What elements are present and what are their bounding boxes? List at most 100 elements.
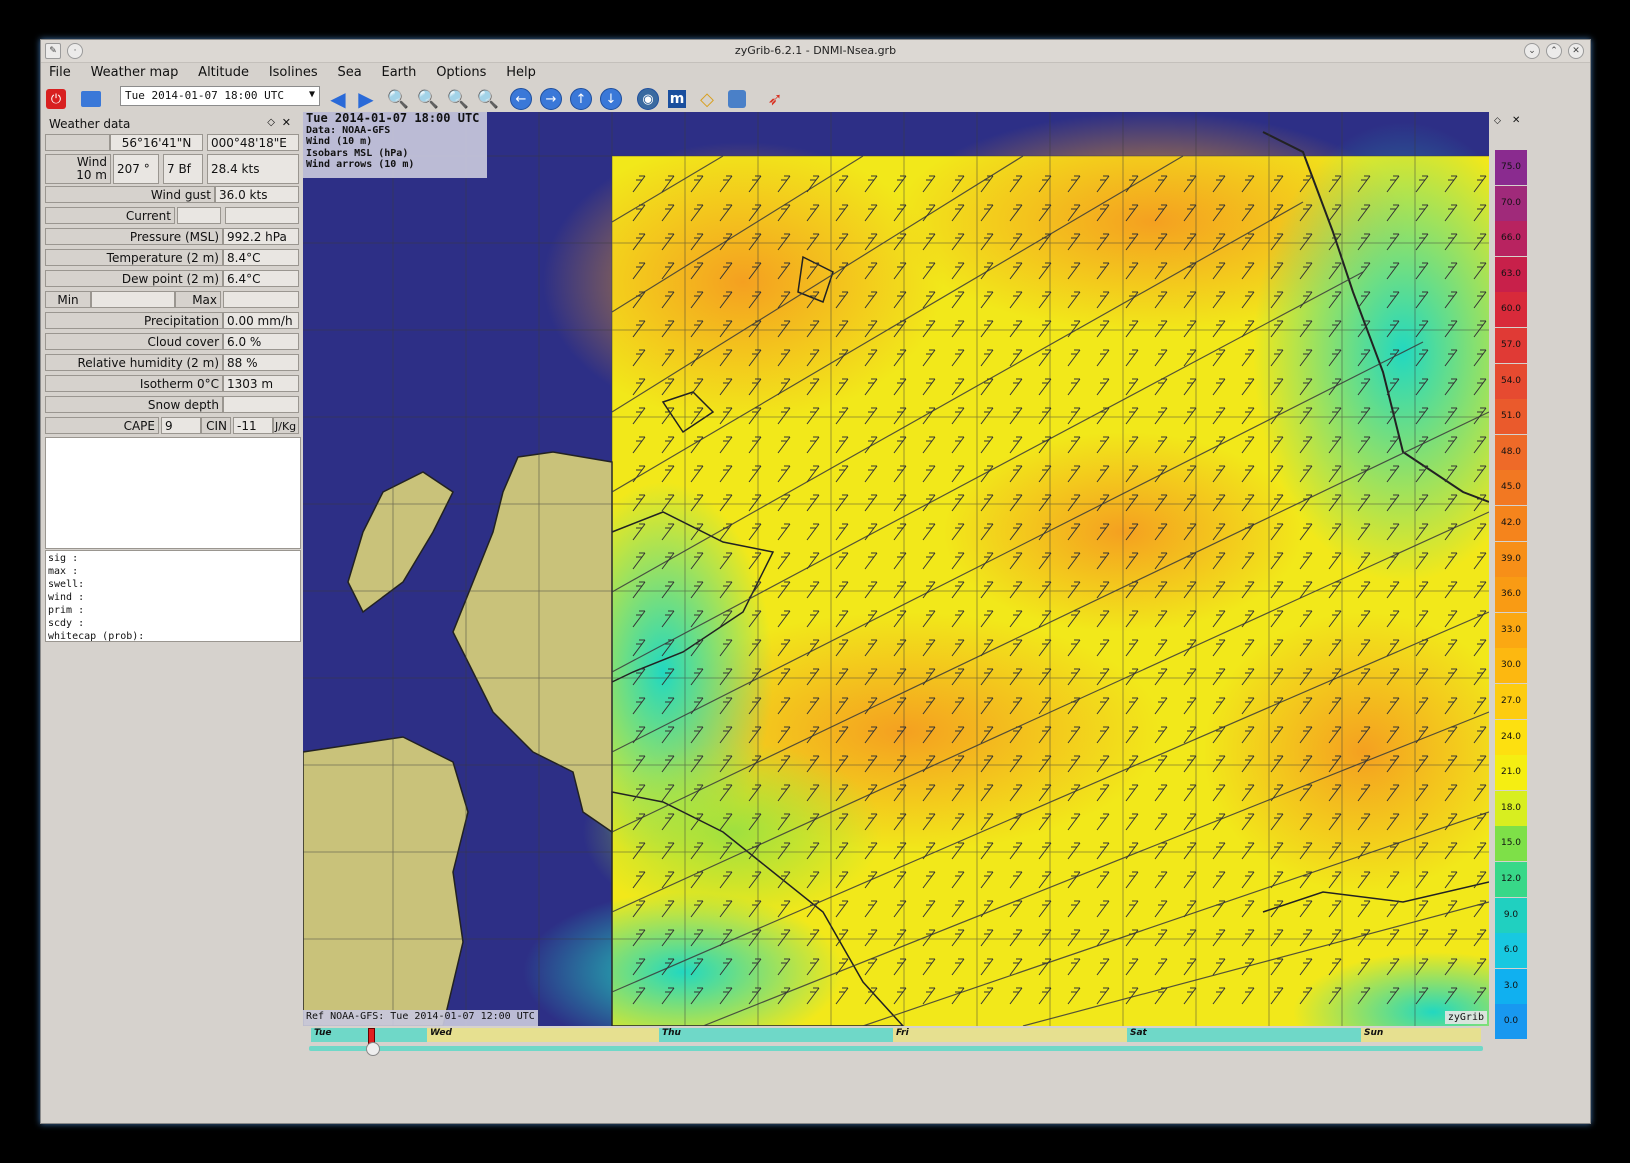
legend-value: 57.0 [1495,328,1527,363]
zoom-all-icon: 🔍 [476,88,500,110]
legend-value: 33.0 [1495,612,1527,648]
board-button[interactable] [725,87,749,111]
download-button[interactable]: ◉ [636,87,660,111]
day-fri[interactable]: Fri [893,1028,1127,1042]
wind-label: Wind 10 m [45,154,111,184]
pan-right-button[interactable]: → [539,87,563,111]
pressure-value: 992.2 hPa [223,228,299,245]
legend-value: 54.0 [1495,363,1527,399]
title-bar: ✎ · zyGrib-6.2.1 - DNMI-Nsea.grb ⌄ ⌃ ✕ [41,40,1590,63]
prev-date-button[interactable]: ◀ [326,87,350,111]
cloud-cover-label: Cloud cover [45,333,223,350]
quit-button[interactable]: ⏻ [44,87,68,111]
cin-label: CIN [201,417,231,434]
legend-value: 51.0 [1495,399,1527,435]
board-icon [728,90,746,108]
arrow-down-icon: ↓ [600,88,622,110]
day-wed[interactable]: Wed [427,1028,659,1042]
zoom-select-button[interactable]: 🔍 [446,87,470,111]
menu-options[interactable]: Options [428,62,494,83]
slider-track[interactable] [309,1046,1483,1051]
temperature-label: Temperature (2 m) [45,249,223,266]
menu-help[interactable]: Help [498,62,544,83]
current-label: Current [45,207,175,224]
legend-value: 3.0 [1495,968,1527,1004]
day-thu[interactable]: Thu [659,1028,893,1042]
wind-direction: 207 ° [113,154,159,184]
ireland-land [303,736,469,1026]
legend-value: 6.0 [1495,933,1527,969]
float-icon[interactable]: ◇ [267,117,275,128]
map-info-box: Tue 2014-01-07 18:00 UTC Data: NOAA-GFS … [303,112,487,178]
precipitation-value: 0.00 mm/h [223,312,299,329]
menu-sea[interactable]: Sea [329,62,369,83]
date-select[interactable]: Tue 2014-01-07 18:00 UTC ▼ [120,86,320,106]
open-file-button[interactable] [79,87,103,111]
maximize-icon[interactable]: ⌃ [1546,43,1562,59]
max-value [223,291,299,308]
rocket-icon: ➶ [767,88,783,110]
snow-depth-label: Snow depth [45,396,223,413]
legend-value: 45.0 [1495,470,1527,506]
menu-bar: File Weather map Altitude Isolines Sea E… [41,62,1590,82]
legend-value: 30.0 [1495,648,1527,684]
window-title: zyGrib-6.2.1 - DNMI-Nsea.grb [734,44,897,57]
close-icon[interactable]: ✕ [1568,43,1584,59]
zoom-out-button[interactable]: 🔍 [416,87,440,111]
brand-label: zyGrib [1444,1011,1487,1024]
menu-file[interactable]: File [41,62,79,83]
triangle-right-icon: ▶ [358,87,374,111]
cin-value: -11 [233,417,273,434]
menu-isolines[interactable]: Isolines [261,62,326,83]
chevron-down-icon: ▼ [308,89,315,100]
legend-value: 24.0 [1495,719,1527,755]
legend-value: 63.0 [1495,256,1527,292]
menu-earth[interactable]: Earth [373,62,424,83]
legend-value: 9.0 [1495,897,1527,933]
pan-up-button[interactable]: ↑ [569,87,593,111]
zoom-in-icon: 🔍 [386,88,410,110]
pan-down-button[interactable]: ↓ [599,87,623,111]
time-slider[interactable]: Tue Wed Thu Fri Sat Sun [303,1028,1489,1058]
pan-left-button[interactable]: ← [509,87,533,111]
cape-label: CAPE [45,417,159,434]
chart-area [45,437,301,549]
next-date-button[interactable]: ▶ [354,87,378,111]
wind-beaufort: 7 Bf [163,154,203,184]
dew-point-value: 6.4°C [223,270,299,287]
globe-icon: ◉ [637,88,659,110]
menu-altitude[interactable]: Altitude [190,62,257,83]
legend-value: 15.0 [1495,826,1527,862]
snow-depth-value [223,396,299,413]
triangle-left-icon: ◀ [330,87,346,111]
panel-close-icon[interactable]: ✕ [282,116,291,129]
launch-button[interactable]: ➶ [763,87,787,111]
map-date: Tue 2014-01-07 18:00 UTC [306,112,480,125]
arrow-left-icon: ← [510,88,532,110]
day-sun[interactable]: Sun [1361,1028,1481,1042]
isotherm-value: 1303 m [223,375,299,392]
menu-weather-map[interactable]: Weather map [83,62,187,83]
legend-value: 66.0 [1495,221,1527,257]
zoom-in-button[interactable]: 🔍 [386,87,410,111]
legend-float-icon[interactable]: ◇ [1494,116,1501,126]
day-sat[interactable]: Sat [1127,1028,1361,1042]
poi-button[interactable]: ◇ [695,87,719,111]
legend-close-icon[interactable]: ✕ [1512,115,1520,126]
color-legend: ◇ ✕ 75.0 70.0 66.0 63.0 60.0 57.0 54.0 51.0 48.0… [1492,114,1528,1060]
slider-handle[interactable] [366,1042,380,1056]
humidity-label: Relative humidity (2 m) [45,354,223,371]
minimize-icon[interactable]: ⌄ [1524,43,1540,59]
tag-icon: ◇ [700,88,714,110]
wind-speed: 28.4 kts [207,154,299,184]
meteotable-button[interactable]: m [665,87,689,111]
max-label: Max [175,291,221,308]
legend-value: 42.0 [1495,506,1527,541]
legend-value: 48.0 [1495,434,1527,470]
zoom-all-button[interactable]: 🔍 [476,87,500,111]
current-value-1 [177,207,221,224]
min-label: Min [45,291,91,308]
arrow-right-icon: → [540,88,562,110]
isotherm-label: Isotherm 0°C [45,375,223,392]
weather-map[interactable]: Tue 2014-01-07 18:00 UTC Data: NOAA-GFS … [303,112,1489,1026]
